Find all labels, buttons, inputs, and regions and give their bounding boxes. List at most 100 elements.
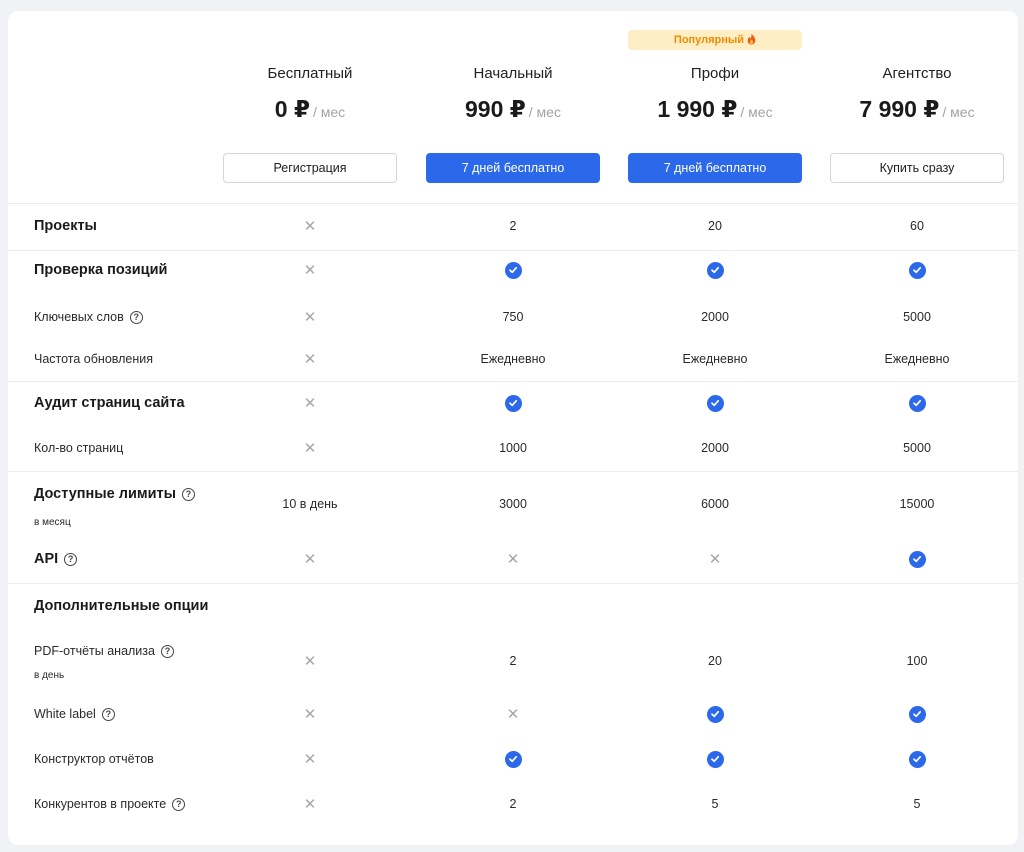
feature-value-text: 2 — [509, 219, 517, 233]
feature-value-text: 2000 — [701, 310, 729, 324]
help-circle-icon[interactable]: ? — [129, 310, 143, 324]
feature-value: 5000 — [830, 307, 1004, 327]
feature-value — [830, 749, 1004, 769]
feature-value: 5 — [628, 794, 802, 814]
price-amount: 1 990 ₽ — [657, 96, 738, 122]
feature-label-text: Доступные лимиты — [34, 486, 177, 502]
feature-value: Ежедневно — [426, 349, 600, 369]
plan-name: Профи — [690, 65, 740, 82]
plan-cta-button-2[interactable]: 7 дней бесплатно — [628, 153, 802, 183]
price-amount: 0 ₽ — [274, 96, 310, 122]
plan-price: 0 ₽ / мес — [223, 96, 397, 123]
feature-value: ✕ — [223, 393, 397, 413]
check-circle-icon — [504, 750, 522, 768]
feature-value-text: 2000 — [701, 441, 729, 455]
help-circle-icon[interactable]: ? — [160, 644, 174, 658]
check-circle-icon — [706, 750, 724, 768]
feature-label-text: Проверка позиций — [34, 262, 168, 278]
check-circle-icon — [504, 261, 522, 279]
feature-label-text: Кол-во страниц — [34, 441, 124, 455]
price-period: / мес — [942, 104, 975, 120]
feature-value: 5000 — [830, 438, 1004, 458]
check-circle-icon — [908, 750, 926, 768]
check-circle-icon — [706, 394, 724, 412]
feature-value — [628, 749, 802, 769]
feature-label: Аудит страниц сайта — [34, 393, 185, 413]
feature-value: 1000 — [426, 438, 600, 458]
feature-label: API? — [34, 549, 78, 569]
feature-value-text: 5000 — [903, 441, 931, 455]
feature-value-text: 100 — [906, 654, 928, 668]
check-circle-icon — [706, 705, 724, 723]
cross-icon: ✕ — [303, 440, 317, 457]
feature-value — [830, 260, 1004, 280]
feature-label-text: Дополнительные опции — [34, 598, 209, 614]
price-amount: 990 ₽ — [465, 96, 526, 122]
feature-value-text: 3000 — [499, 497, 527, 511]
feature-label: Конкурентов в проекте? — [34, 794, 186, 814]
feature-value-text: 1000 — [499, 441, 527, 455]
cross-icon: ✕ — [303, 262, 317, 279]
feature-label: White label? — [34, 704, 115, 724]
row-divider — [8, 250, 1018, 251]
feature-value — [830, 704, 1004, 724]
feature-value: 20 — [628, 216, 802, 236]
feature-label-text: PDF-отчёты анализа — [34, 644, 155, 658]
feature-value — [628, 260, 802, 280]
plan-cta-button-1[interactable]: 7 дней бесплатно — [426, 153, 600, 183]
help-circle-icon[interactable]: ? — [172, 797, 186, 811]
plan-cta-button-3[interactable]: Купить сразу — [830, 153, 1004, 183]
feature-label-text: Ключевых слов — [34, 310, 124, 324]
check-circle-icon — [706, 261, 724, 279]
price-period: / мес — [528, 104, 561, 120]
feature-value: ✕ — [223, 307, 397, 327]
feature-value-text: 10 в день — [282, 497, 338, 511]
feature-label-text: White label — [34, 707, 96, 721]
popular-badge-label: Популярный — [673, 34, 745, 46]
feature-label: Доступные лимиты? — [34, 484, 196, 504]
feature-value: ✕ — [223, 704, 397, 724]
feature-value-text: Ежедневно — [480, 352, 546, 366]
feature-value-text: 6000 — [701, 497, 729, 511]
feature-value: Ежедневно — [628, 349, 802, 369]
row-divider — [8, 583, 1018, 584]
help-circle-icon[interactable]: ? — [101, 707, 115, 721]
help-circle-icon[interactable]: ? — [182, 487, 196, 501]
feature-value — [628, 393, 802, 413]
feature-value: 10 в день — [223, 494, 397, 514]
feature-value-text: 5 — [913, 797, 921, 811]
help-circle-icon[interactable]: ? — [64, 552, 78, 566]
plan-name: Бесплатный — [267, 65, 353, 82]
feature-value — [830, 549, 1004, 569]
popular-badge: Популярный — [628, 30, 802, 50]
feature-value: 20 — [628, 651, 802, 671]
check-circle-icon — [908, 261, 926, 279]
feature-value-text: 15000 — [899, 497, 935, 511]
feature-label-text: Частота обновления — [34, 352, 154, 366]
feature-label: Проверка позиций — [34, 260, 167, 280]
feature-label: Проекты — [34, 216, 97, 236]
feature-value: ✕ — [223, 438, 397, 458]
feature-value: 750 — [426, 307, 600, 327]
plan-price: 990 ₽ / мес — [426, 96, 600, 123]
feature-value: ✕ — [223, 260, 397, 280]
feature-value: ✕ — [223, 794, 397, 814]
feature-value-text: 750 — [502, 310, 524, 324]
feature-value: 6000 — [628, 494, 802, 514]
pricing-card: Бесплатный 0 ₽ / мес Регистрация Начальный 99… — [8, 11, 1018, 845]
feature-value-text: 5 — [711, 797, 719, 811]
feature-label: PDF-отчёты анализа? — [34, 641, 174, 661]
feature-value — [426, 393, 600, 413]
plan-name: Начальный — [473, 65, 553, 82]
check-circle-icon — [504, 394, 522, 412]
plan-cta-button-0[interactable]: Регистрация — [223, 153, 397, 183]
cross-icon: ✕ — [506, 706, 520, 723]
cross-icon: ✕ — [303, 653, 317, 670]
feature-label-text: Конструктор отчётов — [34, 752, 154, 766]
flame-icon — [747, 33, 756, 48]
feature-value: ✕ — [628, 549, 802, 569]
feature-value-text: Ежедневно — [884, 352, 950, 366]
row-divider — [8, 471, 1018, 472]
feature-value: ✕ — [223, 216, 397, 236]
feature-value: ✕ — [223, 651, 397, 671]
